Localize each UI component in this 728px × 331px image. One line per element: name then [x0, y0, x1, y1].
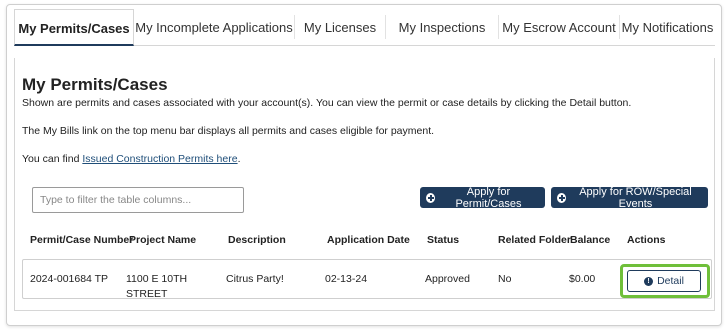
apply-permit-cases-label: Apply for Permit/Cases: [455, 185, 522, 210]
project-name-line2: STREET: [126, 288, 168, 300]
detail-button-label: Detail: [657, 275, 684, 287]
cell-permit-number: 2024-001684 TP: [30, 273, 109, 285]
find-prefix: You can find: [22, 153, 83, 165]
header-balance[interactable]: Balance: [570, 234, 610, 246]
header-related-folder[interactable]: Related Folder: [498, 234, 571, 246]
header-actions: Actions: [627, 234, 666, 246]
find-suffix: .: [237, 153, 241, 165]
table-filter-input[interactable]: [32, 187, 244, 213]
cell-status: Approved: [425, 273, 470, 285]
tab-my-permits-cases[interactable]: My Permits/Cases: [14, 9, 134, 46]
detail-button[interactable]: ! Detail: [627, 270, 701, 292]
find-permits-text: You can find Issued Construction Permits…: [22, 153, 241, 165]
header-project-name[interactable]: Project Name: [129, 234, 196, 246]
page-title: My Permits/Cases: [22, 75, 168, 94]
project-name-line1: 1100 E 10TH: [126, 273, 188, 285]
apply-permit-cases-button[interactable]: Apply for Permit/Cases: [420, 185, 545, 210]
page-description: Shown are permits and cases associated w…: [22, 97, 632, 109]
tab-bar: My Permits/Cases My Incomplete Applicati…: [14, 9, 715, 46]
info-icon: !: [644, 276, 654, 286]
plus-circle-icon: [557, 192, 566, 203]
tab-my-escrow-account[interactable]: My Escrow Account: [499, 9, 619, 46]
tab-my-notifications[interactable]: My Notifications: [620, 9, 715, 46]
issued-construction-permits-link[interactable]: Issued Construction Permits here: [82, 153, 237, 165]
cell-project-name: 1100 E 10TH STREET: [126, 272, 187, 302]
tab-my-inspections[interactable]: My Inspections: [386, 9, 498, 46]
tab-my-licenses[interactable]: My Licenses: [295, 9, 385, 46]
cell-description: Citrus Party!: [226, 273, 284, 285]
header-description[interactable]: Description: [228, 234, 286, 246]
tab-my-incomplete-applications[interactable]: My Incomplete Applications: [134, 9, 294, 46]
cell-application-date: 02-13-24: [325, 273, 368, 285]
apply-row-special-events-label: Apply for ROW/Special Events: [579, 185, 692, 210]
cell-balance: $0.00: [569, 273, 596, 285]
header-permit-case-number[interactable]: Permit/Case Number: [30, 234, 133, 246]
header-application-date[interactable]: Application Date: [327, 234, 410, 246]
header-status[interactable]: Status: [427, 234, 459, 246]
apply-row-special-events-button[interactable]: Apply for ROW/Special Events: [551, 185, 708, 210]
cell-related-folder: No: [498, 273, 512, 285]
plus-circle-icon: [426, 192, 435, 203]
bills-note: The My Bills link on the top menu bar di…: [22, 125, 435, 137]
